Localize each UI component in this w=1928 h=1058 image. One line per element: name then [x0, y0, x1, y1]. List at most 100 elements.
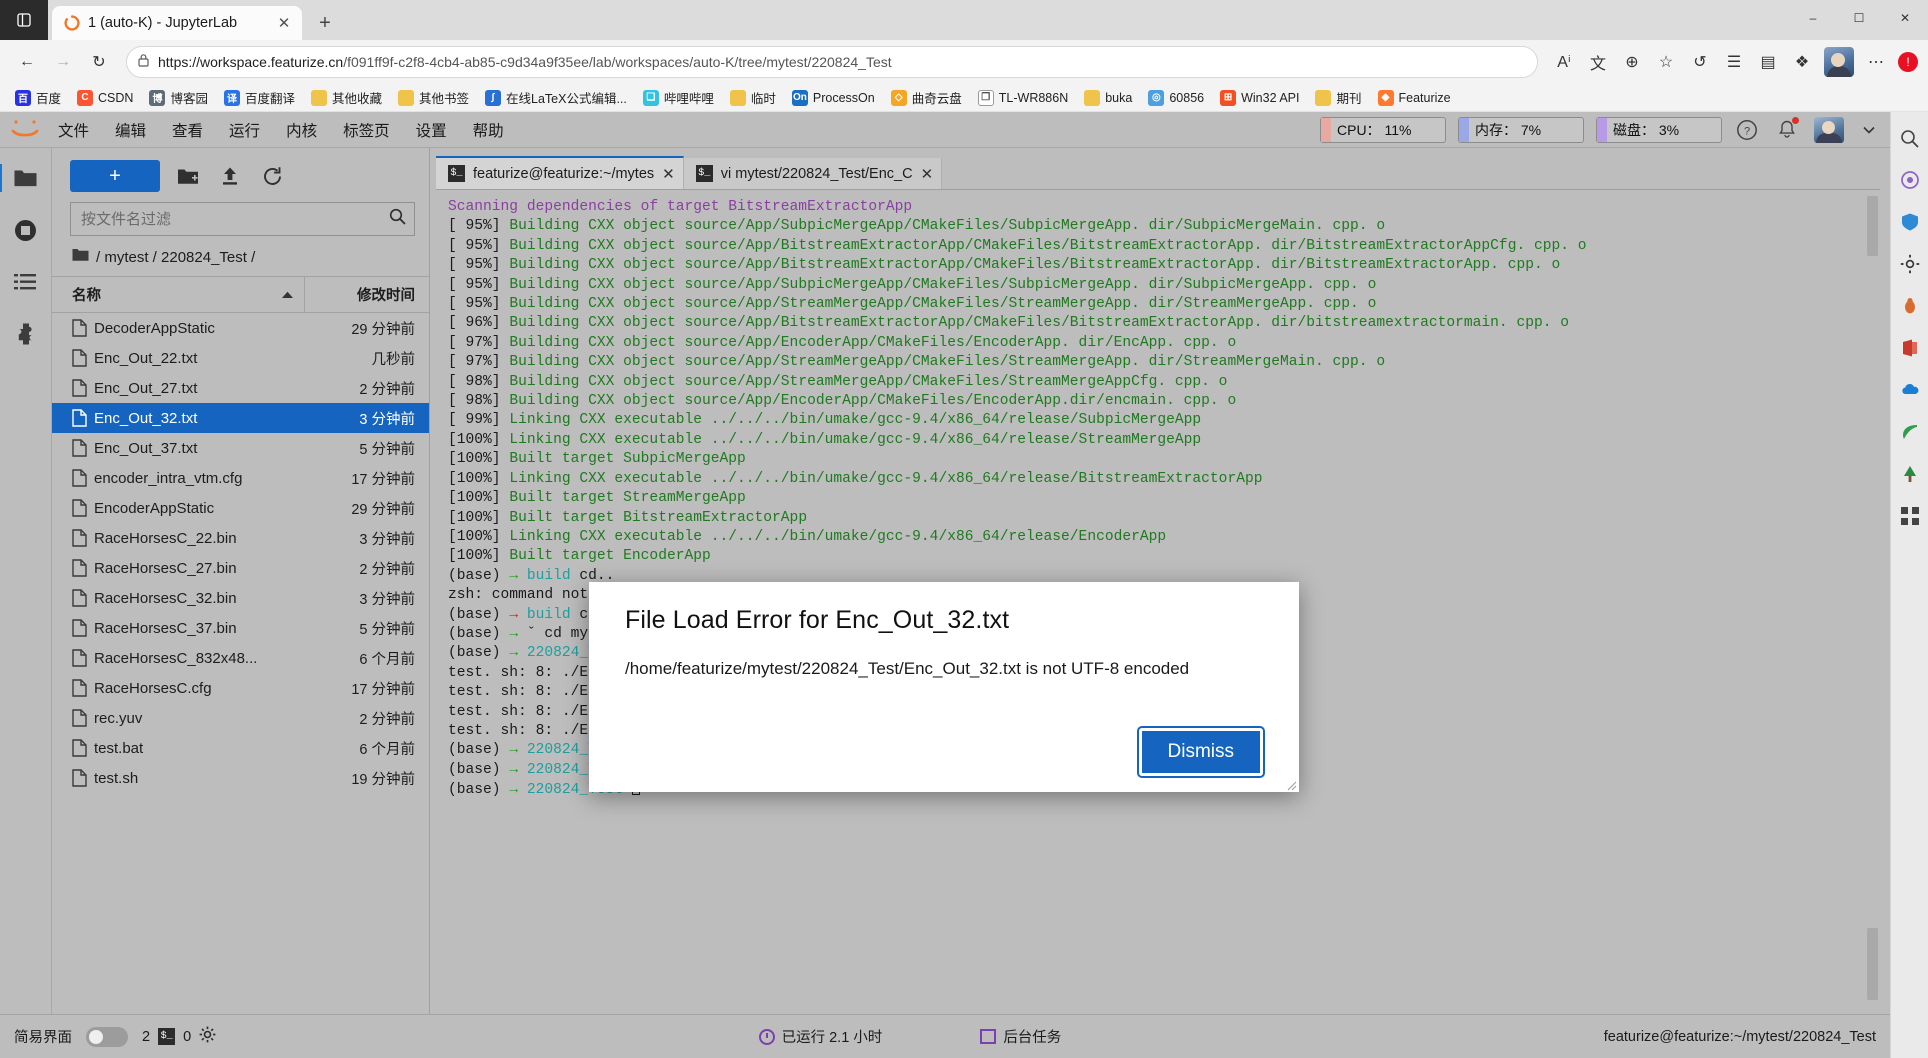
- menu-file[interactable]: 文件: [46, 114, 101, 146]
- file-list-item[interactable]: RaceHorsesC.cfg 17 分钟前: [52, 673, 429, 703]
- file-list-item[interactable]: encoder_intra_vtm.cfg 17 分钟前: [52, 463, 429, 493]
- help-icon[interactable]: ?: [1732, 115, 1762, 145]
- file-list-item[interactable]: test.sh 19 分钟前: [52, 763, 429, 793]
- file-list-item[interactable]: EncoderAppStatic 29 分钟前: [52, 493, 429, 523]
- add-favorite-icon[interactable]: ☆: [1650, 46, 1682, 78]
- file-list-item[interactable]: RaceHorsesC_27.bin 2 分钟前: [52, 553, 429, 583]
- bookmark-item[interactable]: C CSDN: [70, 88, 140, 108]
- menu-tabs[interactable]: 标签页: [331, 114, 402, 146]
- menu-settings[interactable]: 设置: [404, 114, 459, 146]
- dialog-resize-handle[interactable]: [1285, 778, 1297, 791]
- user-avatar[interactable]: [1814, 116, 1844, 143]
- bookmark-item[interactable]: 译百度翻译: [217, 86, 302, 109]
- back-button[interactable]: ←: [10, 45, 44, 79]
- jupyter-icon[interactable]: [1898, 168, 1922, 192]
- background-tasks-status[interactable]: 后台任务: [980, 1026, 1061, 1047]
- terminal-scrollbar-thumb[interactable]: [1867, 928, 1878, 1000]
- sidebar-item-file-browser[interactable]: [0, 160, 44, 196]
- collections-icon[interactable]: ▤: [1752, 46, 1784, 78]
- bookmark-item[interactable]: 临时: [723, 86, 783, 109]
- file-list-item[interactable]: RaceHorsesC_832x48... 6 个月前: [52, 643, 429, 673]
- browser-essentials-icon[interactable]: ❖: [1786, 46, 1818, 78]
- document-tab[interactable]: $_ vi mytest/220824_Test/Enc_C ✕: [683, 158, 943, 189]
- tab-actions-button[interactable]: [0, 0, 48, 40]
- notification-badge[interactable]: !: [1898, 52, 1918, 72]
- grid-icon[interactable]: [1898, 504, 1922, 528]
- bookmark-item[interactable]: ❐ TL-WR886N: [971, 88, 1075, 108]
- breadcrumb[interactable]: / mytest / 220824_Test /: [52, 236, 429, 276]
- sidebar-item-toc[interactable]: [8, 264, 44, 300]
- bookmark-item[interactable]: ∫ 在线LaTeX公式编辑...: [478, 86, 634, 109]
- bookmark-item[interactable]: On ProcessOn: [785, 88, 882, 108]
- menu-view[interactable]: 查看: [160, 114, 215, 146]
- menu-kernel[interactable]: 内核: [274, 114, 329, 146]
- bookmark-item[interactable]: ◇ 曲奇云盘: [884, 86, 969, 109]
- tree-icon[interactable]: [1898, 462, 1922, 486]
- bookmark-item[interactable]: ◆ Featurize: [1371, 88, 1458, 108]
- cloud-icon[interactable]: [1898, 378, 1922, 402]
- office-icon[interactable]: [1898, 336, 1922, 360]
- bookmark-item[interactable]: buka: [1077, 88, 1139, 108]
- terminal-scrollbar-top[interactable]: [1867, 196, 1878, 256]
- forward-button[interactable]: →: [46, 45, 80, 79]
- bookmark-item[interactable]: 其他书签: [391, 86, 476, 109]
- menu-edit[interactable]: 编辑: [103, 114, 158, 146]
- search-icon[interactable]: [1898, 126, 1922, 150]
- user-menu-chevron-down-icon[interactable]: [1854, 115, 1884, 145]
- bookmark-item[interactable]: 其他收藏: [304, 86, 389, 109]
- search-input[interactable]: [81, 210, 389, 228]
- minimize-button[interactable]: –: [1790, 0, 1836, 36]
- file-list-item[interactable]: Enc_Out_37.txt 5 分钟前: [52, 433, 429, 463]
- bookmark-item[interactable]: ◎ 60856: [1141, 88, 1211, 108]
- zoom-icon[interactable]: ⊕: [1616, 46, 1648, 78]
- kernel-status-group[interactable]: 2 $_ 0: [142, 1026, 216, 1047]
- history-icon[interactable]: ↺: [1684, 46, 1716, 78]
- refresh-icon[interactable]: [258, 162, 286, 190]
- file-list-item[interactable]: RaceHorsesC_37.bin 5 分钟前: [52, 613, 429, 643]
- settings-more-icon[interactable]: ⋯: [1860, 46, 1892, 78]
- tab-close-icon[interactable]: ✕: [274, 13, 294, 33]
- document-tab[interactable]: $_ featurize@featurize:~/mytes ✕: [436, 156, 684, 189]
- close-icon[interactable]: ✕: [662, 165, 675, 183]
- maximize-button[interactable]: ☐: [1836, 0, 1882, 36]
- shield-icon[interactable]: [1898, 210, 1922, 234]
- file-list-item[interactable]: Enc_Out_22.txt 几秒前: [52, 343, 429, 373]
- favorites-icon[interactable]: ☰: [1718, 46, 1750, 78]
- translate-icon[interactable]: 文: [1582, 46, 1614, 78]
- address-bar[interactable]: https://workspace.featurize.cn/f091ff9f-…: [126, 46, 1538, 78]
- reload-button[interactable]: ↻: [82, 45, 116, 79]
- upload-icon[interactable]: [216, 162, 244, 190]
- new-folder-icon[interactable]: [174, 162, 202, 190]
- bookmark-item[interactable]: ⊞ Win32 API: [1213, 88, 1306, 108]
- gear-icon[interactable]: [199, 1026, 216, 1047]
- read-aloud-icon[interactable]: Aⁱ: [1548, 46, 1580, 78]
- browser-tab[interactable]: 1 (auto-K) - JupyterLab ✕: [52, 6, 302, 40]
- sidebar-item-extensions[interactable]: [8, 316, 44, 352]
- file-list-item[interactable]: RaceHorsesC_22.bin 3 分钟前: [52, 523, 429, 553]
- column-header-name[interactable]: 名称: [52, 277, 305, 312]
- column-header-modified[interactable]: 修改时间: [305, 277, 429, 312]
- bookmark-item[interactable]: 博博客园: [142, 86, 215, 109]
- bookmark-item[interactable]: 百百度: [8, 86, 68, 109]
- bell-icon[interactable]: [1772, 115, 1802, 145]
- file-list-item[interactable]: RaceHorsesC_32.bin 3 分钟前: [52, 583, 429, 613]
- sidebar-item-running[interactable]: [8, 212, 44, 248]
- file-list-item[interactable]: rec.yuv 2 分钟前: [52, 703, 429, 733]
- bookmark-item[interactable]: 期刊: [1308, 86, 1368, 109]
- file-list-item[interactable]: DecoderAppStatic 29 分钟前: [52, 313, 429, 343]
- close-window-button[interactable]: ✕: [1882, 0, 1928, 36]
- dismiss-button[interactable]: Dismiss: [1136, 726, 1265, 778]
- file-list-item[interactable]: Enc_Out_32.txt 3 分钟前: [52, 403, 429, 433]
- file-list-item[interactable]: test.bat 6 个月前: [52, 733, 429, 763]
- file-list-item[interactable]: Enc_Out_27.txt 2 分钟前: [52, 373, 429, 403]
- gear-icon[interactable]: [1898, 252, 1922, 276]
- profile-avatar[interactable]: [1824, 47, 1854, 77]
- close-icon[interactable]: ✕: [921, 165, 934, 183]
- bookmark-item[interactable]: ❑ 哔哩哔哩: [636, 86, 721, 109]
- new-launcher-button[interactable]: +: [70, 160, 160, 192]
- menu-help[interactable]: 帮助: [461, 114, 516, 146]
- file-filter-box[interactable]: [70, 202, 415, 236]
- leaf-icon[interactable]: [1898, 420, 1922, 444]
- menu-run[interactable]: 运行: [217, 114, 272, 146]
- bug-icon[interactable]: [1898, 294, 1922, 318]
